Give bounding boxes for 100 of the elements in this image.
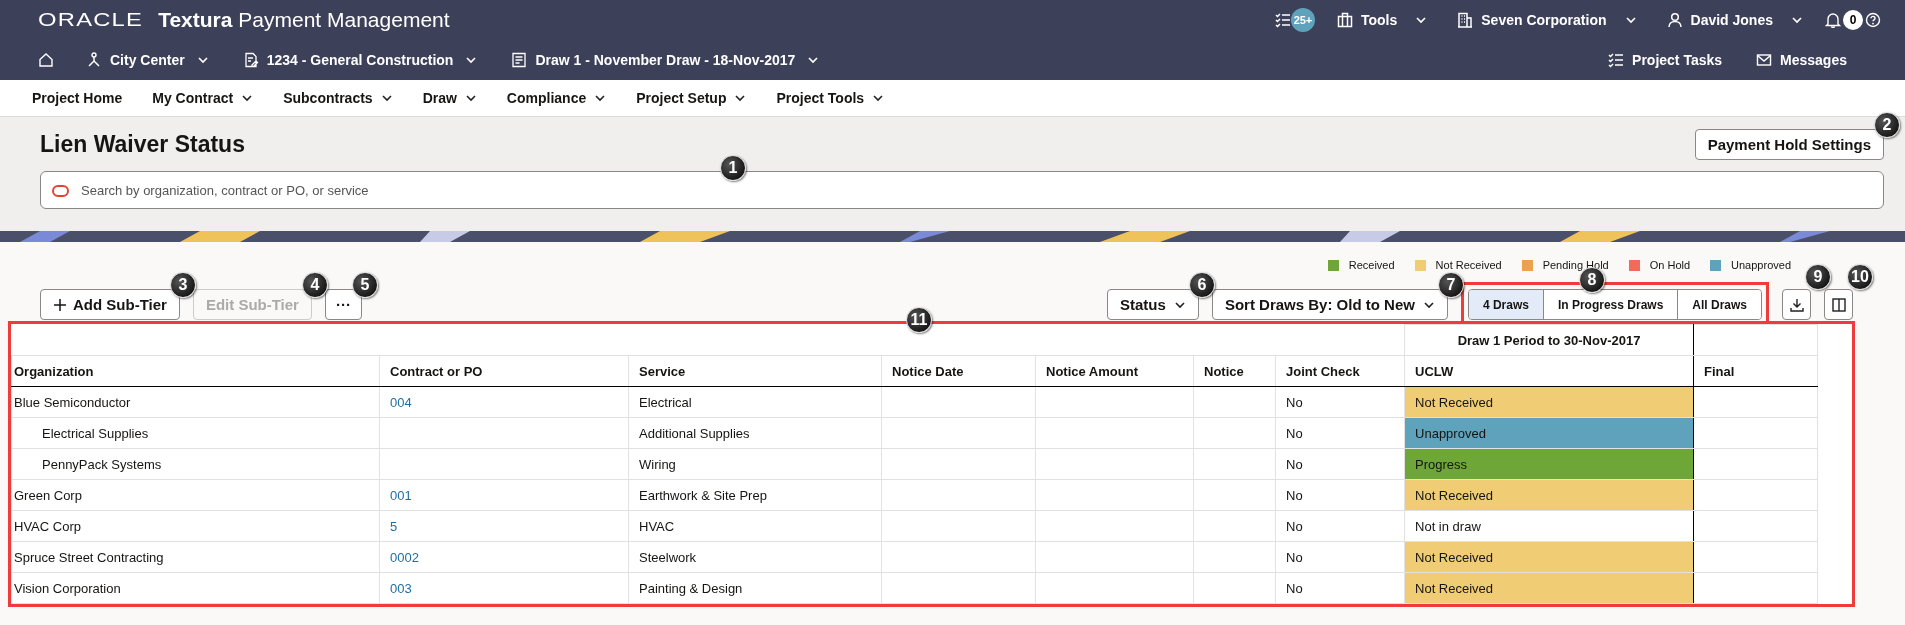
table-cell: No xyxy=(1275,386,1405,418)
table-cell: HVAC xyxy=(628,510,882,542)
draw-filter-option[interactable]: 4 Draws xyxy=(1468,290,1543,319)
draw-filter-option[interactable]: In Progress Draws xyxy=(1542,290,1678,319)
page-title: Lien Waiver Status xyxy=(40,130,245,158)
table-cell: Painting & Design xyxy=(628,572,882,604)
envelope-icon xyxy=(1756,52,1773,68)
briefcase-icon xyxy=(1336,12,1353,28)
task-count-badge: 25+ xyxy=(1290,8,1315,32)
nav-menu-item[interactable]: Compliance xyxy=(502,90,611,106)
bell-icon[interactable] xyxy=(1825,12,1841,28)
product-name: Textura Payment Management xyxy=(158,8,450,32)
task-list-icon[interactable] xyxy=(1274,12,1291,28)
chevron-down-icon xyxy=(1624,14,1637,26)
draw-filter-option[interactable]: All Draws xyxy=(1677,290,1761,319)
callout-badge: 3 xyxy=(169,272,196,298)
column-header: UCLW xyxy=(1404,355,1694,387)
breadcrumb-menu[interactable]: Draw 1 - November Draw - 18-Nov-2017 xyxy=(503,52,828,68)
status-cell: Not in draw xyxy=(1404,510,1694,542)
legend-label: Unapproved xyxy=(1731,259,1791,271)
header-link[interactable]: Project Tasks xyxy=(1600,52,1731,68)
chevron-down-icon xyxy=(594,92,607,104)
table-cell: No xyxy=(1275,541,1405,573)
user-menu[interactable]: David Jones xyxy=(1658,12,1811,28)
column-header: Joint Check xyxy=(1275,355,1405,387)
contract-link[interactable]: 5 xyxy=(390,518,398,534)
help-icon[interactable] xyxy=(1865,12,1881,28)
tools-menu[interactable]: Tools xyxy=(1328,12,1436,28)
nav-menu-item[interactable]: Subcontracts xyxy=(279,90,397,106)
status-cell: Not Received xyxy=(1404,541,1694,573)
sort-dropdown[interactable]: Sort Draws By: Old to New xyxy=(1211,289,1448,320)
add-sub-tier-button[interactable]: Add Sub-Tier xyxy=(40,289,180,320)
breadcrumb-menu[interactable]: City Center xyxy=(78,52,217,68)
chevron-down-icon xyxy=(807,54,820,66)
contract-link[interactable]: 004 xyxy=(390,394,412,410)
column-header: Contract or PO xyxy=(379,355,629,387)
table-cell: No xyxy=(1275,572,1405,604)
chevron-down-icon xyxy=(734,92,747,104)
callout-badge: 10 xyxy=(1847,264,1873,290)
chevron-down-icon xyxy=(196,54,209,66)
nav-menu-item[interactable]: Draw xyxy=(418,90,481,106)
chevron-down-icon xyxy=(241,92,254,104)
export-button[interactable] xyxy=(1782,289,1811,320)
callout-badge: 4 xyxy=(301,272,328,298)
table-cell: No xyxy=(1275,448,1405,480)
payment-hold-settings-button[interactable]: Payment Hold Settings xyxy=(1694,128,1884,160)
building-icon xyxy=(1457,12,1474,28)
document-icon xyxy=(511,52,528,68)
column-header: Notice xyxy=(1193,355,1276,387)
breadcrumb-menu[interactable]: 1234 - General Construction xyxy=(234,52,486,68)
nav-menu-item[interactable]: My Contract xyxy=(148,90,258,106)
person-icon xyxy=(1666,12,1683,28)
document-edit-icon xyxy=(242,52,259,68)
columns-icon xyxy=(1830,296,1847,313)
chevron-down-icon xyxy=(1415,14,1428,26)
table-cell: Blue Semiconductor xyxy=(11,386,380,418)
column-header: Final xyxy=(1693,355,1818,387)
table-cell: PennyPack Systems xyxy=(11,448,380,480)
status-cell: Progress xyxy=(1404,448,1694,480)
nav-menu-item[interactable]: Project Tools xyxy=(772,90,889,106)
header-link[interactable]: Messages xyxy=(1748,52,1855,68)
status-cell: Not Received xyxy=(1404,572,1694,604)
columns-button[interactable] xyxy=(1824,289,1853,320)
callout-badge: 7 xyxy=(1437,272,1464,298)
contract-link[interactable]: 003 xyxy=(390,580,412,596)
table-cell: No xyxy=(1275,479,1405,511)
legend-label: On Hold xyxy=(1649,259,1691,271)
callout-badge: 9 xyxy=(1805,264,1831,290)
contract-link[interactable]: 001 xyxy=(390,487,412,503)
table-cell: Earthwork & Site Prep xyxy=(628,479,882,511)
download-icon xyxy=(1788,296,1805,313)
chevron-down-icon xyxy=(872,92,885,104)
status-cell: Unapproved xyxy=(1404,417,1694,449)
contract-link[interactable]: 0002 xyxy=(390,549,419,565)
table-cell: Steelwork xyxy=(628,541,882,573)
table-cell: Vision Corporation xyxy=(11,572,380,604)
callout-badge: 1 xyxy=(720,155,746,181)
callout-badge: 5 xyxy=(351,272,378,298)
notification-count-badge: 0 xyxy=(1843,10,1863,30)
nav-menu-item[interactable]: Project Setup xyxy=(632,90,751,106)
home-icon[interactable] xyxy=(38,52,54,68)
chevron-down-icon xyxy=(380,92,393,104)
table-cell: Green Corp xyxy=(11,479,380,511)
legend-label: Received xyxy=(1348,259,1395,271)
chevron-down-icon xyxy=(1791,14,1803,26)
status-cell: Not Received xyxy=(1404,479,1694,511)
status-dropdown[interactable]: Status xyxy=(1107,289,1199,320)
column-header: Notice Amount xyxy=(1035,355,1194,387)
hierarchy-icon xyxy=(86,52,102,68)
table-cell: HVAC Corp xyxy=(11,510,380,542)
column-group-header: Draw 1 Period to 30-Nov-2017 xyxy=(1404,324,1694,356)
nav-menu-item[interactable]: Project Home xyxy=(28,90,127,106)
more-button[interactable]: ··· xyxy=(324,289,362,320)
column-header: Notice Date xyxy=(881,355,1036,387)
task-list-icon xyxy=(1608,52,1625,68)
company-menu[interactable]: Seven Corporation xyxy=(1449,12,1645,28)
plus-icon xyxy=(53,297,67,312)
table-cell: Spruce Street Contracting xyxy=(11,541,380,573)
chevron-down-icon xyxy=(464,92,477,104)
legend-label: Not Received xyxy=(1435,259,1502,271)
